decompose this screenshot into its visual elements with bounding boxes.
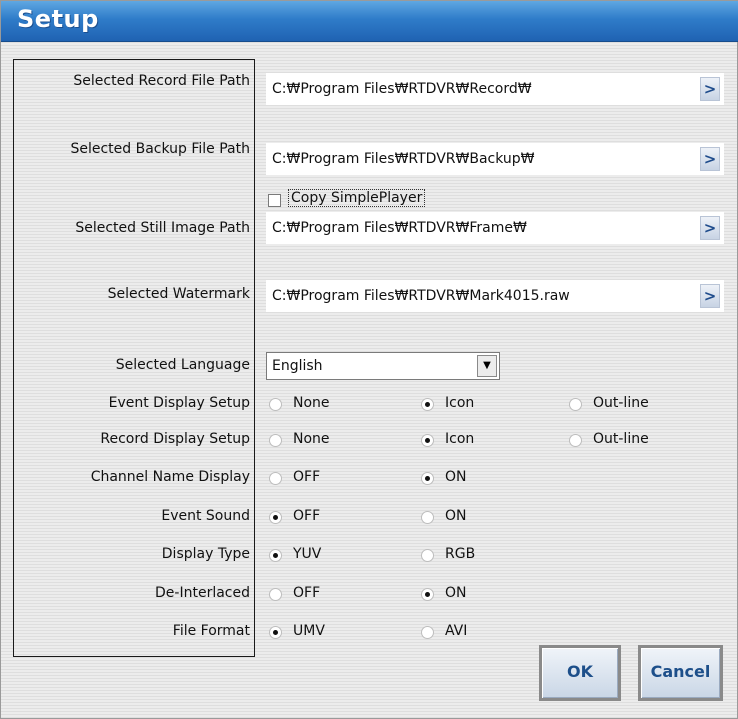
event-display-outline-label[interactable]: Out-line: [593, 395, 649, 411]
deinterlaced-label: De-Interlaced: [155, 585, 250, 601]
copy-simpleplayer-checkbox[interactable]: [268, 194, 281, 207]
record-path-field[interactable]: C:₩Program Files₩RTDVR₩Record₩ >: [266, 73, 724, 105]
record-display-outline-radio[interactable]: [569, 434, 582, 447]
still-image-path-label: Selected Still Image Path: [75, 220, 250, 236]
channel-name-on-label[interactable]: ON: [445, 469, 467, 485]
channel-name-off-radio[interactable]: [269, 472, 282, 485]
file-format-avi-radio[interactable]: [421, 626, 434, 639]
record-path-value: C:₩Program Files₩RTDVR₩Record₩: [272, 81, 532, 97]
backup-path-browse-button[interactable]: >: [700, 147, 720, 171]
title-bar: Setup: [1, 1, 738, 42]
event-display-icon-label[interactable]: Icon: [445, 395, 474, 411]
event-sound-off-radio[interactable]: [269, 511, 282, 524]
event-sound-on-radio[interactable]: [421, 511, 434, 524]
watermark-path-browse-button[interactable]: >: [700, 284, 720, 308]
record-path-browse-button[interactable]: >: [700, 77, 720, 101]
dropdown-arrow-icon[interactable]: ▼: [477, 355, 497, 377]
language-label: Selected Language: [115, 357, 250, 373]
event-display-none-radio[interactable]: [269, 398, 282, 411]
file-format-avi-label[interactable]: AVI: [445, 623, 467, 639]
still-image-path-value: C:₩Program Files₩RTDVR₩Frame₩: [272, 220, 527, 236]
deinterlaced-on-radio[interactable]: [421, 588, 434, 601]
language-value: English: [272, 358, 323, 374]
deinterlaced-on-label[interactable]: ON: [445, 585, 467, 601]
deinterlaced-off-radio[interactable]: [269, 588, 282, 601]
record-display-icon-label[interactable]: Icon: [445, 431, 474, 447]
file-format-umv-label[interactable]: UMV: [293, 623, 325, 639]
display-type-yuv-label[interactable]: YUV: [293, 546, 321, 562]
backup-path-value: C:₩Program Files₩RTDVR₩Backup₩: [272, 151, 535, 167]
event-display-none-label[interactable]: None: [293, 395, 330, 411]
file-format-umv-radio[interactable]: [269, 626, 282, 639]
display-type-rgb-label[interactable]: RGB: [445, 546, 475, 562]
display-type-rgb-radio[interactable]: [421, 549, 434, 562]
file-format-label: File Format: [172, 623, 250, 639]
copy-simpleplayer-label[interactable]: Copy SimplePlayer: [288, 189, 426, 207]
record-display-none-label[interactable]: None: [293, 431, 330, 447]
event-sound-off-label[interactable]: OFF: [293, 508, 320, 524]
display-type-label: Display Type: [161, 546, 250, 562]
display-type-yuv-radio[interactable]: [269, 549, 282, 562]
event-sound-label: Event Sound: [161, 508, 250, 524]
record-display-label: Record Display Setup: [100, 431, 250, 447]
backup-path-label: Selected Backup File Path: [70, 141, 250, 157]
record-path-label: Selected Record File Path: [73, 73, 250, 89]
event-display-outline-radio[interactable]: [569, 398, 582, 411]
event-display-icon-radio[interactable]: [421, 398, 434, 411]
watermark-path-label: Selected Watermark: [107, 286, 250, 302]
window-title: Setup: [17, 5, 99, 33]
watermark-path-value: C:₩Program Files₩RTDVR₩Mark4015.raw: [272, 288, 570, 304]
ok-button[interactable]: OK: [539, 645, 621, 701]
event-display-label: Event Display Setup: [108, 395, 250, 411]
event-sound-on-label[interactable]: ON: [445, 508, 467, 524]
cancel-button[interactable]: Cancel: [638, 645, 723, 701]
record-display-outline-label[interactable]: Out-line: [593, 431, 649, 447]
channel-name-label: Channel Name Display: [90, 469, 250, 485]
channel-name-on-radio[interactable]: [421, 472, 434, 485]
watermark-path-field[interactable]: C:₩Program Files₩RTDVR₩Mark4015.raw >: [266, 280, 724, 312]
record-display-none-radio[interactable]: [269, 434, 282, 447]
still-image-path-field[interactable]: C:₩Program Files₩RTDVR₩Frame₩ >: [266, 212, 724, 244]
deinterlaced-off-label[interactable]: OFF: [293, 585, 320, 601]
channel-name-off-label[interactable]: OFF: [293, 469, 320, 485]
still-image-path-browse-button[interactable]: >: [700, 216, 720, 240]
record-display-icon-radio[interactable]: [421, 434, 434, 447]
language-select[interactable]: English ▼: [266, 352, 500, 380]
backup-path-field[interactable]: C:₩Program Files₩RTDVR₩Backup₩ >: [266, 143, 724, 175]
setup-window: Setup Selected Record File Path Selected…: [0, 0, 738, 719]
